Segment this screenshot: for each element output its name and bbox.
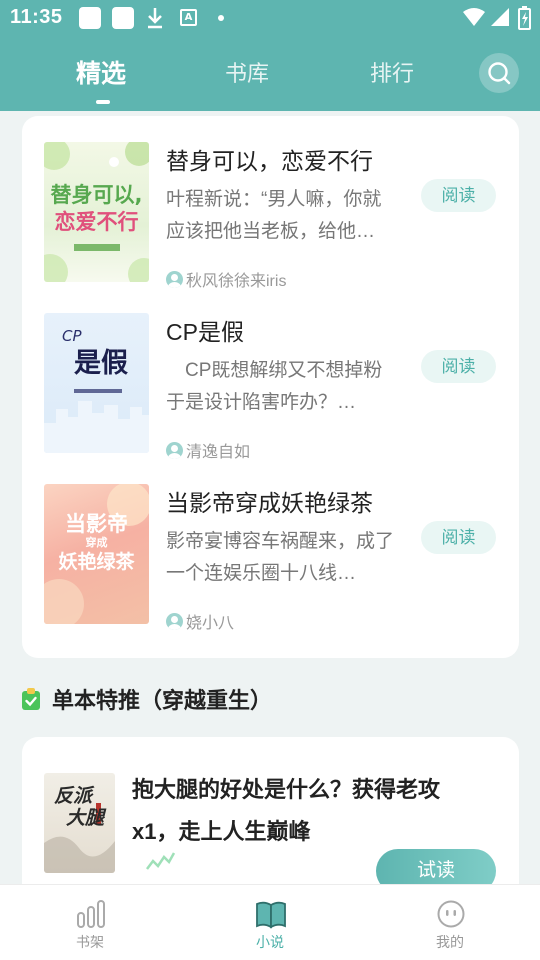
- nav-label: 小说: [256, 935, 284, 951]
- book-description: CP既想解绑又不想掉粉于是设计陷害咋办？…: [166, 360, 383, 413]
- author-name: 娆小八: [186, 615, 235, 632]
- book-cover[interactable]: CP 是假: [44, 313, 149, 453]
- featured-title[interactable]: 抱大腿的好处是什么？获得老攻x1，走上人生巅峰: [132, 769, 482, 853]
- book-author: 清逸自如: [166, 438, 250, 462]
- book-title[interactable]: CP是假: [166, 313, 244, 347]
- tab-ranking[interactable]: 排行: [370, 56, 414, 88]
- book-title[interactable]: 替身可以，恋爱不行: [166, 142, 373, 176]
- status-bar: 11:35 A: [0, 0, 540, 38]
- cover-art: [44, 389, 149, 453]
- zigzag-decoration-icon: [146, 852, 176, 870]
- cover-title-line: 反派: [54, 785, 93, 807]
- nav-profile[interactable]: 我的: [400, 885, 500, 960]
- book-item[interactable]: CP 是假 CP是假 CP既想解绑又不想掉粉于是设计陷害咋办？… 清逸自如 阅读: [44, 313, 514, 461]
- read-button[interactable]: 阅读: [421, 521, 496, 554]
- book-list-card: 替身可以, 恋爱不行 替身可以，恋爱不行 叶程新说：“男人嘛，你就应该把他当老板…: [22, 116, 519, 658]
- nav-bookshelf[interactable]: 书架: [40, 885, 140, 960]
- notification-app-icon: [112, 7, 134, 29]
- notification-app-icon: [79, 7, 101, 29]
- author-avatar-icon: [166, 441, 183, 459]
- cover-title-line: 是假: [74, 348, 128, 379]
- book-cover[interactable]: 当影帝 穿成 妖艳绿茶: [44, 484, 149, 624]
- book-icon: [256, 901, 286, 929]
- book-cover[interactable]: 替身可以, 恋爱不行: [44, 142, 149, 282]
- signal-icon: [491, 8, 509, 26]
- author-avatar-icon: [166, 612, 183, 630]
- author-avatar-icon: [166, 270, 183, 288]
- search-icon: [488, 62, 511, 85]
- author-name: 清逸自如: [186, 444, 251, 461]
- section-header: 单本特推（穿越重生）: [22, 683, 272, 715]
- book-author: 娆小八: [166, 609, 234, 633]
- download-icon: [148, 8, 162, 29]
- cover-title-line: 恋爱不行: [54, 210, 139, 234]
- nav-label: 书架: [76, 935, 104, 951]
- cover-title-line: 替身可以,: [50, 183, 143, 207]
- top-tabs: 精选 书库 排行: [0, 38, 540, 111]
- cover-title-line: 穿成: [85, 536, 108, 549]
- book-item[interactable]: 当影帝 穿成 妖艳绿茶 当影帝穿成妖艳绿茶 影帝宴博容车祸醒来，成了一个连娱乐圈…: [44, 484, 514, 632]
- notification-dot-icon: [218, 15, 224, 21]
- book-description: 叶程新说：“男人嘛，你就应该把他当老板，给他…: [166, 189, 382, 242]
- nav-label: 我的: [436, 935, 464, 951]
- wifi-icon: [463, 8, 485, 26]
- read-button[interactable]: 阅读: [421, 179, 496, 212]
- search-button[interactable]: [479, 53, 519, 93]
- bottom-navigation: 书架 小说 我的: [0, 884, 540, 960]
- author-name: 秋风徐徐来iris: [186, 273, 287, 290]
- cover-title-line: 妖艳绿茶: [58, 551, 135, 573]
- bookshelf-icon: [77, 900, 105, 928]
- book-author: 秋风徐徐来iris: [166, 267, 286, 291]
- tab-library[interactable]: 书库: [225, 56, 269, 88]
- book-description: 影帝宴博容车祸醒来，成了一个连娱乐圈十八线…: [166, 531, 394, 584]
- battery-icon: [518, 6, 531, 30]
- clipboard-check-icon: [22, 688, 40, 710]
- notification-a-icon: A: [180, 9, 197, 26]
- read-button[interactable]: 阅读: [421, 350, 496, 383]
- tab-indicator: [96, 100, 110, 104]
- cover-title-line: 大腿: [66, 807, 105, 829]
- nav-novel[interactable]: 小说: [220, 885, 320, 960]
- tab-featured[interactable]: 精选: [76, 54, 126, 90]
- status-time: 11:35: [10, 6, 63, 28]
- profile-icon: [437, 900, 465, 928]
- app-header: 11:35 A 精选 书库 排行: [0, 0, 540, 111]
- cover-title-line: 当影帝: [65, 512, 128, 536]
- section-title: 单本特推（穿越重生）: [52, 688, 273, 713]
- featured-cover[interactable]: 反派 大腿: [44, 773, 115, 873]
- book-item[interactable]: 替身可以, 恋爱不行 替身可以，恋爱不行 叶程新说：“男人嘛，你就应该把他当老板…: [44, 142, 514, 290]
- book-title[interactable]: 当影帝穿成妖艳绿茶: [166, 484, 373, 518]
